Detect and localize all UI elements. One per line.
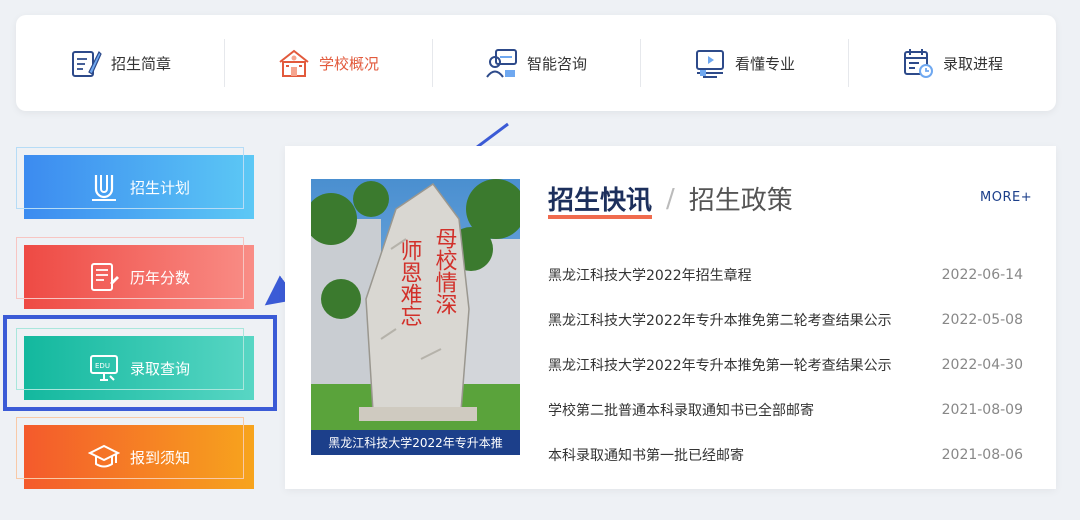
consult-icon	[486, 49, 517, 78]
photo-caption: 黑龙江科技大学2022年专升本推	[311, 430, 520, 455]
top-nav: 招生简章 学校概况 智能咨询 看懂专业 录取进程	[16, 15, 1056, 111]
tab-admission-news[interactable]: 招生快讯	[548, 180, 653, 219]
news-list: 黑龙江科技大学2022年招生章程 2022-06-14 黑龙江科技大学2022年…	[548, 252, 1023, 477]
news-item[interactable]: 学校第二批普通本科录取通知书已全部邮寄 2021-08-09	[548, 387, 1023, 432]
news-date: 2021-08-09	[941, 401, 1023, 418]
button-label: 录取查询	[129, 359, 190, 378]
nav-label: 学校概况	[318, 54, 379, 73]
news-title: 本科录取通知书第一批已经邮寄	[548, 447, 744, 464]
magnet-plan-icon	[91, 175, 116, 201]
admission-query-button[interactable]: EDU 录取查询	[16, 328, 254, 400]
major-video-icon	[695, 50, 724, 78]
registration-notice-button[interactable]: 报到须知	[16, 417, 254, 489]
brochure-icon	[71, 50, 102, 77]
news-tabs: 招生快讯 / 招生政策	[548, 180, 793, 219]
edu-query-icon: EDU	[89, 355, 118, 381]
news-date: 2022-06-14	[941, 266, 1023, 283]
campus-stone-image: 母校情深 师恩难忘	[311, 179, 520, 455]
score-sheet-icon	[90, 263, 119, 291]
more-link[interactable]: MORE+	[980, 190, 1032, 205]
campus-stone-photo[interactable]: 母校情深 师恩难忘 黑龙江科技大学2022年专升本推	[311, 179, 520, 455]
news-item[interactable]: 黑龙江科技大学2022年专升本推免第一轮考查结果公示 2022-04-30	[548, 342, 1023, 387]
nav-item-school-overview[interactable]: 学校概况	[224, 39, 432, 87]
button-label: 历年分数	[129, 268, 190, 287]
graduation-cap-icon	[87, 444, 120, 468]
tab-separator: /	[666, 183, 675, 214]
button-label: 招生计划	[129, 178, 190, 197]
svg-text:EDU: EDU	[95, 362, 110, 370]
button-label: 报到须知	[129, 448, 190, 467]
nav-item-consult[interactable]: 智能咨询	[432, 39, 640, 87]
nav-label: 看懂专业	[734, 54, 795, 73]
news-title: 黑龙江科技大学2022年专升本推免第二轮考查结果公示	[548, 312, 892, 329]
nav-label: 招生简章	[110, 54, 171, 73]
nav-label: 录取进程	[942, 54, 1003, 73]
nav-item-admission-progress[interactable]: 录取进程	[848, 39, 1056, 87]
news-panel: 母校情深 师恩难忘 黑龙江科技大学2022年专升本推 招生快讯 / 招生政策 M…	[285, 146, 1056, 489]
stone-inscription-right: 母校情深	[432, 227, 458, 315]
admission-plan-button[interactable]: 招生计划	[16, 147, 254, 219]
news-title: 黑龙江科技大学2022年招生章程	[548, 267, 752, 284]
news-date: 2022-05-08	[941, 311, 1023, 328]
news-item[interactable]: 黑龙江科技大学2022年专升本推免第二轮考查结果公示 2022-05-08	[548, 297, 1023, 342]
school-building-icon	[279, 49, 309, 77]
nav-item-majors[interactable]: 看懂专业	[640, 39, 848, 87]
tab-admission-policy[interactable]: 招生政策	[689, 180, 793, 217]
calendar-clock-icon	[903, 49, 933, 78]
news-title: 学校第二批普通本科录取通知书已全部邮寄	[548, 402, 814, 419]
news-date: 2022-04-30	[941, 356, 1023, 373]
nav-label: 智能咨询	[526, 54, 587, 73]
stone-inscription-left: 师恩难忘	[397, 239, 423, 327]
news-item[interactable]: 黑龙江科技大学2022年招生章程 2022-06-14	[548, 252, 1023, 297]
nav-item-brochure[interactable]: 招生简章	[16, 41, 224, 85]
news-date: 2021-08-06	[941, 446, 1023, 463]
historical-scores-button[interactable]: 历年分数	[16, 237, 254, 309]
news-title: 黑龙江科技大学2022年专升本推免第一轮考查结果公示	[548, 357, 892, 374]
news-item[interactable]: 本科录取通知书第一批已经邮寄 2021-08-06	[548, 432, 1023, 477]
